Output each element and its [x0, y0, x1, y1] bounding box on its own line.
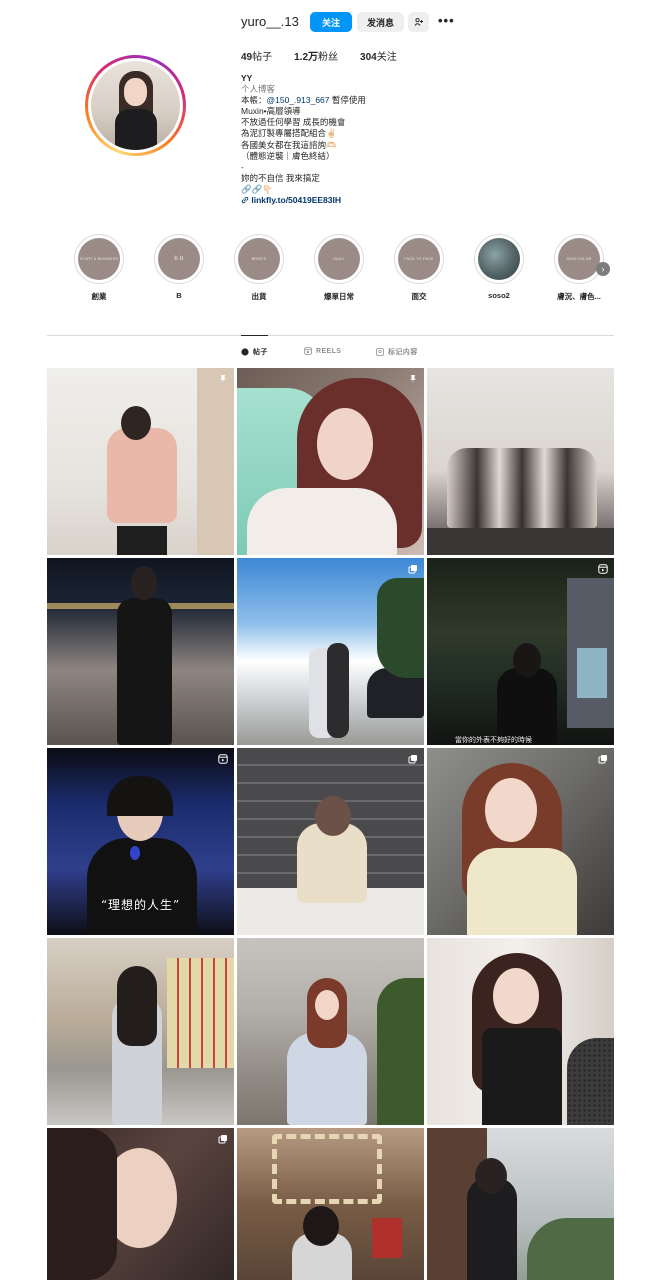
highlight-label: soso2	[488, 291, 510, 300]
post-tile[interactable]	[237, 558, 424, 745]
highlight-item[interactable]: b b B	[148, 234, 210, 300]
highlight-item[interactable]: soso2	[468, 234, 530, 300]
highlight-cover: FACE TO FACE	[398, 238, 440, 280]
followers-stat[interactable]: 1.2万粉丝	[294, 48, 338, 63]
highlight-cover: SKIN COLOR	[558, 238, 600, 280]
tabs-divider	[47, 335, 614, 336]
highlight-label: B	[176, 291, 182, 300]
carousel-icon	[218, 1134, 228, 1144]
highlight-label: 面交	[411, 292, 427, 301]
highlight-cover: DAILY	[318, 238, 360, 280]
tagged-icon	[376, 348, 384, 356]
post-tile[interactable]	[427, 1128, 614, 1280]
pin-icon	[218, 374, 228, 384]
bio-line: 不放過任何學習 成長的機會	[241, 117, 346, 128]
bio-line: （體態逆襲｜膚色終結）	[241, 150, 335, 161]
following-stat[interactable]: 304关注	[360, 48, 397, 63]
post-tile[interactable]	[237, 748, 424, 935]
post-tile[interactable]	[427, 938, 614, 1125]
post-tile[interactable]	[47, 938, 234, 1125]
post-tile[interactable]	[237, 938, 424, 1125]
bio-line: -	[241, 161, 244, 172]
post-tile[interactable]	[237, 1128, 424, 1280]
highlight-label: 出貨	[251, 292, 267, 301]
profile-stats: 49帖子 1.2万粉丝 304关注	[241, 48, 419, 63]
display-name: YY	[241, 73, 253, 83]
reel-icon	[598, 564, 608, 574]
carousel-icon	[408, 754, 418, 764]
carousel-icon	[408, 564, 418, 574]
follow-button[interactable]: 关注	[310, 12, 352, 32]
profile-bio: YY 个人博客 本帳：@150_.913_667 暫停使用 Muxin•高層領導…	[241, 73, 461, 206]
highlight-cover	[478, 238, 520, 280]
post-tile[interactable]: 當你的外表不夠好的時候	[427, 558, 614, 745]
post-tile[interactable]	[427, 368, 614, 555]
chevron-right-icon: ›	[601, 263, 605, 274]
post-tile[interactable]	[237, 368, 424, 555]
bio-line: 各國美女都在我這諮詢🫶🏻	[241, 139, 337, 150]
highlight-item[interactable]: START A BUSINESS 創業	[68, 234, 130, 302]
post-caption-overlay: 當你的外表不夠好的時候	[455, 737, 532, 744]
highlight-item[interactable]: DAILY 爆單日常	[308, 234, 370, 302]
suggest-users-button[interactable]	[408, 12, 429, 32]
link-icon	[241, 196, 249, 204]
active-tab-indicator	[241, 335, 268, 336]
bio-mention-link[interactable]: @150_.913_667	[267, 95, 330, 105]
username: yuro__.13	[241, 14, 299, 29]
profile-category: 个人博客	[241, 84, 276, 95]
bio-external-link[interactable]: linkfly.to/50419EE83lH	[241, 195, 461, 206]
pin-icon	[408, 374, 418, 384]
highlight-cover: b b	[158, 238, 200, 280]
post-tile[interactable]	[47, 368, 234, 555]
bio-line: 妳的不自信 我來搞定	[241, 172, 320, 183]
profile-tabs: 帖子 REELS 标记内容	[0, 347, 651, 359]
bio-line: 為泥訂製專屬搭配組合✌🏻	[241, 128, 337, 139]
video-subtitle: “理想的人生”	[100, 898, 181, 912]
more-options-button[interactable]: •••	[438, 13, 455, 28]
bio-line: 本帳：@150_.913_667 暫停使用	[241, 95, 366, 106]
bio-line: 🔗🔗👇🏻	[241, 183, 273, 194]
highlight-label: 爆單日常	[324, 292, 354, 301]
bio-line: Muxin•高層領導	[241, 106, 301, 117]
avatar-photo	[91, 61, 180, 150]
highlight-cover: BRIEFS	[238, 238, 280, 280]
reel-icon	[218, 754, 228, 764]
highlight-cover: START A BUSINESS	[78, 238, 120, 280]
tab-tagged[interactable]: 标记内容	[376, 347, 418, 357]
profile-avatar[interactable]	[85, 55, 186, 156]
post-tile[interactable]	[427, 748, 614, 935]
post-tile[interactable]: “理想的人生”	[47, 748, 234, 935]
tab-posts[interactable]: 帖子	[241, 347, 268, 357]
story-highlights: START A BUSINESS 創業 b b B BRIEFS 出貨 DAIL…	[60, 234, 620, 304]
carousel-icon	[598, 754, 608, 764]
highlights-next-button[interactable]: ›	[596, 262, 610, 276]
message-button[interactable]: 发消息	[357, 12, 404, 32]
posts-stat[interactable]: 49帖子	[241, 48, 272, 63]
highlight-label: 膚況、膚色...	[557, 292, 601, 301]
reels-icon	[304, 347, 312, 355]
highlight-label: 創業	[91, 292, 107, 301]
add-user-icon	[413, 18, 423, 26]
post-tile[interactable]	[47, 1128, 234, 1280]
post-tile[interactable]	[47, 558, 234, 745]
highlight-item[interactable]: FACE TO FACE 面交	[388, 234, 450, 302]
tab-reels[interactable]: REELS	[304, 347, 341, 355]
grid-icon	[241, 348, 249, 356]
highlight-item[interactable]: BRIEFS 出貨	[228, 234, 290, 302]
